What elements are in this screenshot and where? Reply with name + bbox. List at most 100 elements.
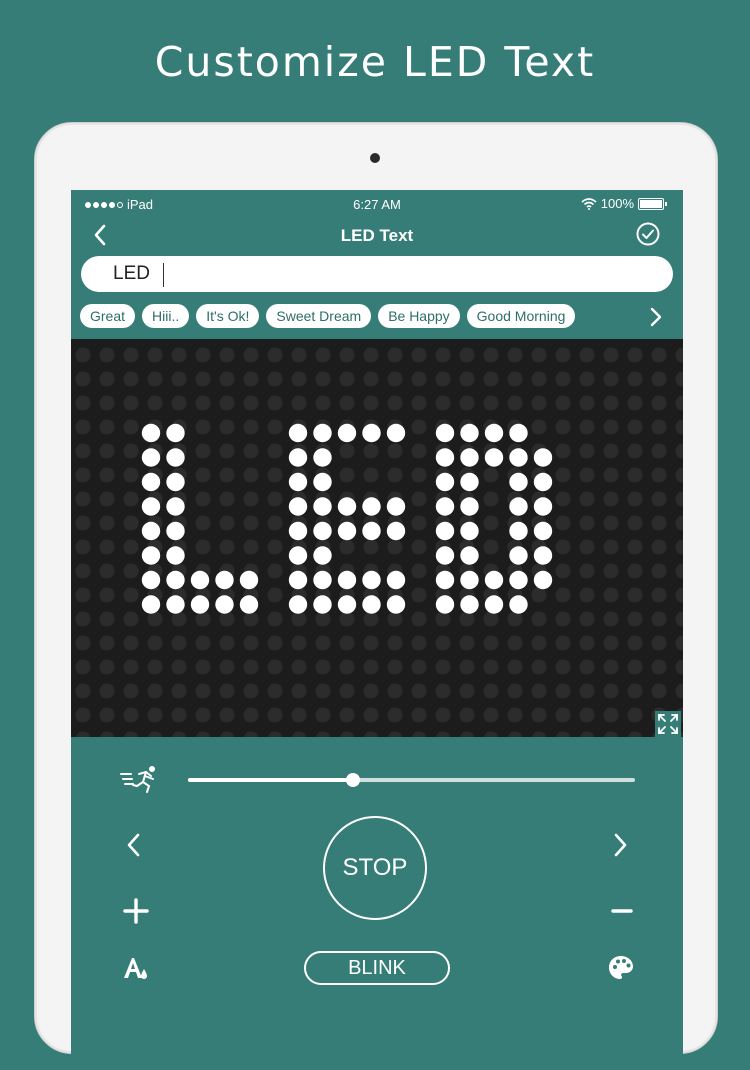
led-dot [509, 521, 528, 541]
led-dot [386, 423, 406, 443]
led-dot [288, 546, 308, 565]
chip-great[interactable]: Great [80, 304, 136, 328]
led-dot [460, 521, 479, 541]
led-dot [362, 595, 381, 614]
ipad-frame: iPad 6:27 AM 100% LED Text LED Great Hii… [34, 122, 718, 1070]
plus-icon[interactable] [121, 896, 151, 926]
led-dot [141, 472, 161, 492]
led-dot [460, 497, 479, 516]
led-dot [313, 546, 332, 565]
led-dot [215, 570, 234, 590]
led-dot [141, 423, 161, 443]
led-dot [288, 497, 308, 516]
chip-good-morning[interactable]: Good Morning [466, 304, 576, 328]
led-dot-matrix [141, 423, 553, 614]
led-dot [362, 570, 381, 590]
led-dot [484, 570, 504, 590]
battery-percent: 100% [600, 196, 634, 211]
chip-hiii[interactable]: Hiii.. [142, 304, 190, 328]
led-dot [166, 497, 185, 516]
nav-bar: LED Text [71, 218, 683, 254]
led-dot [141, 570, 161, 590]
led-dot [362, 497, 381, 516]
camera-dot [370, 153, 380, 163]
led-dot [509, 546, 528, 565]
led-display [71, 339, 683, 737]
led-dot [313, 521, 332, 541]
led-dot [509, 423, 528, 443]
app-screen: iPad 6:27 AM 100% LED Text LED Great Hii… [71, 190, 683, 1070]
led-dot [362, 521, 381, 541]
led-dot [484, 448, 504, 467]
led-dot [313, 472, 332, 492]
led-dot [313, 448, 332, 467]
led-dot [288, 472, 308, 492]
text-cursor [163, 263, 164, 287]
led-dot [460, 423, 479, 443]
led-dot [460, 546, 479, 565]
chip-sweet-dream[interactable]: Sweet Dream [266, 304, 372, 328]
led-dot [313, 423, 332, 443]
led-dot [386, 497, 406, 516]
led-dot [484, 595, 504, 614]
led-dot [141, 497, 161, 516]
led-dot [435, 570, 455, 590]
led-dot [362, 423, 381, 443]
chevron-right-icon[interactable] [647, 306, 665, 328]
led-dot [460, 472, 479, 492]
led-dot [166, 448, 185, 467]
blink-button[interactable]: BLINK [304, 951, 450, 985]
led-dot [533, 448, 553, 467]
led-dot [509, 472, 528, 492]
stop-button[interactable]: STOP [323, 816, 427, 920]
led-dot [460, 595, 479, 614]
led-text-input[interactable] [81, 256, 673, 292]
led-dot [509, 570, 528, 590]
battery-tip [665, 201, 667, 206]
led-dot [435, 546, 455, 565]
led-dot [386, 595, 406, 614]
led-dot [313, 570, 332, 590]
led-dot [288, 448, 308, 467]
check-circle-icon[interactable] [635, 221, 661, 247]
promo-title: Customize LED Text [154, 38, 596, 86]
expand-icon[interactable] [655, 711, 681, 737]
wifi-icon [581, 197, 597, 210]
led-dot [337, 497, 357, 516]
led-dot [141, 595, 161, 614]
battery-icon [638, 197, 664, 210]
speed-slider[interactable] [188, 773, 635, 787]
led-dot [190, 595, 210, 614]
led-dot [533, 472, 553, 492]
led-dot [141, 448, 161, 467]
led-dot [313, 595, 332, 614]
led-dot [288, 521, 308, 541]
chevron-right-icon[interactable] [605, 830, 635, 860]
led-dot [337, 521, 357, 541]
led-dot [435, 423, 455, 443]
nav-title: LED Text [340, 226, 414, 245]
led-dot [533, 546, 553, 565]
led-dot [239, 570, 259, 590]
font-color-icon[interactable] [121, 953, 151, 983]
led-dot [435, 472, 455, 492]
led-dot [460, 448, 479, 467]
led-dot [215, 595, 234, 614]
chip-be-happy[interactable]: Be Happy [378, 304, 460, 328]
led-dot [288, 570, 308, 590]
minus-icon[interactable] [607, 896, 637, 926]
led-dot [337, 423, 357, 443]
led-dot [484, 423, 504, 443]
led-dot [288, 595, 308, 614]
palette-icon[interactable] [606, 953, 636, 983]
led-dot [337, 595, 357, 614]
chip-its-ok[interactable]: It's Ok! [196, 304, 260, 328]
led-dot [166, 595, 185, 614]
led-dot [435, 595, 455, 614]
chevron-left-icon[interactable] [119, 830, 149, 860]
led-dot [239, 595, 259, 614]
led-dot [460, 570, 479, 590]
led-dot [386, 570, 406, 590]
led-dot [386, 521, 406, 541]
speed-slider-thumb[interactable] [346, 773, 361, 787]
